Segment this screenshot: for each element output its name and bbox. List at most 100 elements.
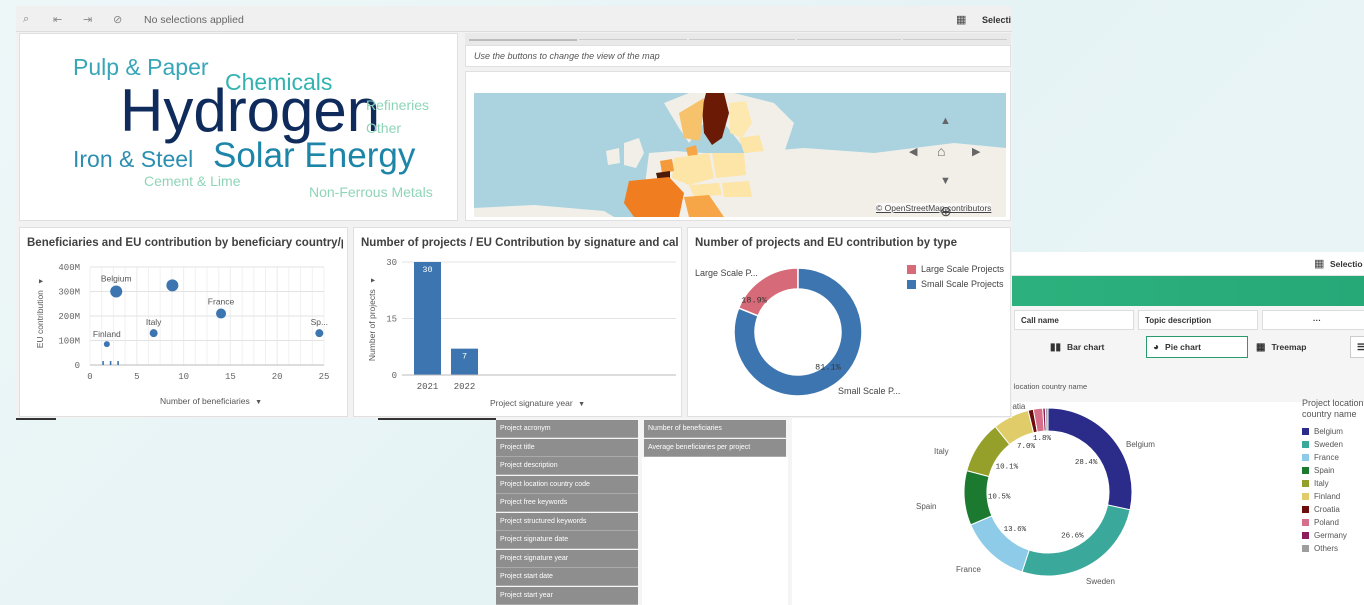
word-hydrogen[interactable]: Hydrogen: [120, 81, 380, 141]
slice-percent-label: 13.6%: [1004, 526, 1027, 534]
home-icon[interactable]: ⌂: [937, 143, 945, 159]
legend-item[interactable]: Germany: [1302, 531, 1347, 540]
legend-label: Finland: [1314, 492, 1341, 501]
legend-item[interactable]: Italy: [1302, 479, 1329, 488]
donut-slice[interactable]: [970, 515, 1030, 573]
legend-title: Project location: [1302, 398, 1364, 408]
slice-percent-label: 26.6%: [1061, 532, 1084, 540]
legend-label: Poland: [1314, 518, 1339, 527]
selections-button-back[interactable]: Selectio: [1330, 259, 1363, 269]
word-solar-energy[interactable]: Solar Energy: [213, 138, 415, 173]
legend-item[interactable]: Belgium: [1302, 427, 1343, 436]
list-item[interactable]: Project title: [496, 438, 638, 457]
type-legend-item[interactable]: Large Scale Projects: [907, 264, 1004, 274]
selections-button[interactable]: Selecti: [982, 15, 1011, 25]
dropdown-icon[interactable]: ▼: [255, 399, 262, 406]
slice-outer-label: France: [956, 565, 981, 574]
legend-item[interactable]: France: [1302, 453, 1339, 462]
legend-swatch: [1302, 519, 1309, 526]
scatter-point[interactable]: [315, 329, 324, 338]
word-iron-steel[interactable]: Iron & Steel: [73, 148, 193, 171]
map-pan-up-button[interactable]: ▲: [940, 115, 951, 127]
list-item[interactable]: Project free keywords: [496, 494, 638, 512]
list-item[interactable]: Average beneficiaries per project: [644, 438, 786, 457]
slice-outer-label: Belgium: [1126, 440, 1155, 449]
view-pie-chart-button[interactable]: ◕ Pie chart: [1146, 336, 1248, 358]
legend-item[interactable]: Others: [1302, 544, 1338, 553]
scatter-point[interactable]: [110, 285, 123, 298]
pie-chart-icon: ◕: [1153, 341, 1160, 353]
bar-chart-icon: ▮▮: [1050, 341, 1062, 353]
scatter-point[interactable]: [117, 361, 119, 366]
legend-item[interactable]: Finland: [1302, 492, 1340, 501]
list-item[interactable]: Project structured keywords: [496, 512, 638, 531]
word-other[interactable]: Other: [366, 121, 401, 135]
selections-icon[interactable]: ▦: [956, 13, 966, 26]
dropdown-icon[interactable]: ▼: [578, 401, 585, 408]
view-bar-chart-button[interactable]: ▮▮ Bar chart: [1044, 336, 1144, 358]
bar[interactable]: [414, 262, 441, 375]
list-item[interactable]: Project signature date: [496, 531, 638, 549]
map-pan-down-button[interactable]: ▼: [940, 175, 951, 187]
list-item[interactable]: Project signature year: [496, 549, 638, 568]
list-item[interactable]: Project acronym: [496, 420, 638, 438]
view-table-button[interactable]: ☰: [1350, 336, 1364, 358]
scatter-point[interactable]: [109, 361, 112, 366]
list-item[interactable]: Project description: [496, 457, 638, 475]
word-refineries[interactable]: Refineries: [366, 98, 429, 112]
country-austria: [689, 183, 722, 197]
map-pan-left-button[interactable]: ◀: [909, 145, 917, 158]
word-cement-lime[interactable]: Cement & Lime: [144, 174, 240, 188]
view-treemap-button[interactable]: ▦ Treemap: [1250, 336, 1350, 358]
type-legend-item[interactable]: Small Scale Projects: [907, 279, 1004, 289]
zoom-icon[interactable]: ⊕: [940, 203, 952, 220]
map-pan-right-button[interactable]: ▶: [972, 145, 980, 158]
list-item[interactable]: Project start date: [496, 568, 638, 586]
legend-label: Italy: [1314, 479, 1329, 488]
scatter-plot[interactable]: 0 5 10 15 20 25 0 100M 200M 300M 400M Belgium France…: [20, 258, 340, 408]
x-tick-label: 5: [134, 372, 139, 382]
step-back-icon[interactable]: ⇤: [53, 13, 62, 26]
smart-search-icon[interactable]: ⌕: [23, 13, 29, 26]
y-tick-label: 0: [75, 361, 80, 371]
word-pulp-paper[interactable]: Pulp & Paper: [73, 56, 209, 79]
measure-list-area: [642, 457, 788, 605]
step-forward-icon[interactable]: ⇥: [83, 13, 92, 26]
legend-item[interactable]: Poland: [1302, 518, 1339, 527]
clear-selections-icon[interactable]: ⊘: [113, 13, 122, 26]
treemap-icon: ▦: [1256, 341, 1266, 353]
bar-chart[interactable]: 0 15 30 30 2021 7 2022: [354, 254, 683, 404]
filter-topic-description[interactable]: Topic description: [1138, 310, 1258, 330]
x-tick-label: 2021: [417, 382, 439, 392]
scatter-y-axis-label[interactable]: EU contribution ▼: [35, 273, 45, 353]
bar-y-axis-label[interactable]: Number of projects ▼: [367, 269, 377, 369]
donut-slice[interactable]: [1044, 407, 1049, 432]
scatter-x-axis-label[interactable]: Number of beneficiaries ▼: [160, 396, 262, 406]
legend-item[interactable]: Spain: [1302, 466, 1334, 475]
scatter-point[interactable]: [102, 361, 104, 366]
scatter-point[interactable]: [149, 329, 158, 338]
x-tick-label: 25: [319, 372, 330, 382]
list-item[interactable]: Project location country code: [496, 475, 638, 494]
list-item[interactable]: Project start year: [496, 586, 638, 605]
dropdown-icon[interactable]: ▼: [38, 278, 45, 285]
map-hint-text: Use the buttons to change the view of th…: [474, 51, 660, 61]
bar-chart-panel: Number of projects / EU Contribution by …: [353, 227, 682, 417]
map-attribution[interactable]: © OpenStreetMap contributors: [876, 203, 992, 213]
word-non-ferrous-metals[interactable]: Non-Ferrous Metals: [309, 185, 433, 199]
europe-map[interactable]: [474, 93, 1006, 217]
scatter-point[interactable]: [216, 308, 227, 319]
legend-item[interactable]: Croatia: [1302, 505, 1340, 514]
word-cloud-panel: Pulp & Paper Chemicals Hydrogen Refineri…: [19, 33, 458, 221]
scatter-point[interactable]: [103, 341, 110, 348]
slice-percent-label: 28.4%: [1075, 459, 1098, 467]
selections-icon[interactable]: ▦: [1314, 257, 1324, 270]
scatter-point[interactable]: [166, 279, 179, 292]
list-item[interactable]: Number of beneficiaries: [644, 420, 786, 438]
bar-x-axis-label[interactable]: Project signature year ▼: [490, 398, 585, 408]
legend-item[interactable]: Sweden: [1302, 440, 1343, 449]
dropdown-icon[interactable]: ▼: [370, 277, 377, 284]
y-tick-label: 15: [386, 315, 397, 325]
filter-more[interactable]: ···: [1262, 310, 1364, 330]
filter-call-name[interactable]: Call name: [1014, 310, 1134, 330]
